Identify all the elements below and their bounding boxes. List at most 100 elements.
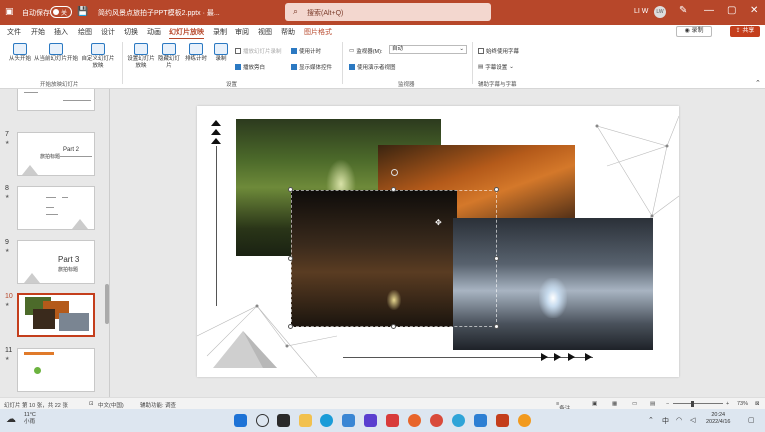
autosave-toggle[interactable]: 关 [50, 6, 72, 18]
chevron-up-icon[interactable]: ⌃ [648, 416, 654, 424]
user-name[interactable]: LI W [634, 8, 648, 15]
app-icon[interactable] [474, 414, 487, 427]
volume-icon[interactable]: ◁ [690, 416, 695, 424]
tab-view[interactable]: 视图 [258, 27, 272, 37]
subtitle-settings-button[interactable]: ▤ 字幕设置 ⌄ [478, 63, 514, 71]
notes-button[interactable]: ≡ 备注 [556, 401, 570, 412]
tab-draw[interactable]: 绘图 [78, 27, 92, 37]
always-subtitles-option[interactable]: 始终使用字幕 [478, 47, 519, 55]
resize-handle[interactable] [494, 187, 499, 192]
app-icon[interactable] [452, 414, 465, 427]
thumb-line [46, 197, 56, 198]
show-media-option[interactable]: 显示媒体控件 [291, 63, 332, 71]
resize-handle[interactable] [288, 324, 293, 329]
rehearse-button[interactable]: 排练计时 [183, 43, 209, 63]
slide-thumbnail[interactable]: Part 2 旅拍标题 [17, 132, 95, 176]
spellcheck-icon[interactable]: ⊡ [89, 401, 94, 407]
collapse-ribbon-icon[interactable]: ⌃ [755, 79, 761, 87]
resize-handle[interactable] [494, 324, 499, 329]
resize-handle[interactable] [288, 256, 293, 261]
fit-slide-icon[interactable]: ⊠ [755, 401, 760, 407]
search-box[interactable]: ⌕ 搜索(Alt+Q) [285, 3, 491, 21]
language-label[interactable]: 中文(中国) [98, 401, 124, 409]
tab-file[interactable]: 文件 [7, 27, 21, 37]
checkbox[interactable] [478, 48, 484, 54]
setup-show-button[interactable]: 设置幻灯片放映 [126, 43, 156, 70]
thumb-dot [34, 367, 41, 374]
monitor-label: 监视器(M): [356, 49, 383, 55]
monitor-select[interactable]: 自动 ⌄ [389, 45, 467, 54]
zoom-in-icon[interactable]: + [726, 401, 729, 407]
normal-view-icon[interactable]: ▣ [592, 401, 597, 407]
wifi-icon[interactable]: ◠ [676, 416, 682, 424]
zoom-level[interactable]: 73% [737, 401, 748, 407]
windows-start-icon[interactable] [234, 414, 247, 427]
zoom-slider-thumb[interactable] [691, 401, 694, 407]
slide-thumbnail[interactable] [17, 186, 95, 230]
tab-review[interactable]: 审阅 [235, 27, 249, 37]
slide-thumbnail[interactable] [17, 348, 95, 392]
security-icon[interactable] [386, 414, 399, 427]
resize-handle[interactable] [494, 256, 499, 261]
resize-handle[interactable] [391, 187, 396, 192]
minimize-icon[interactable]: — [704, 5, 714, 16]
zoom-out-icon[interactable]: − [666, 401, 669, 407]
tab-picture-format[interactable]: 图片格式 [304, 27, 332, 37]
powerpoint-icon[interactable] [496, 414, 509, 427]
tab-help[interactable]: 帮助 [281, 27, 295, 37]
notification-icon[interactable]: ▢ [748, 416, 755, 424]
checkbox[interactable] [235, 64, 241, 70]
tab-record[interactable]: 录制 [213, 27, 227, 37]
store-icon[interactable] [342, 414, 355, 427]
presenter-view-option[interactable]: 使用演示者视图 [349, 63, 396, 71]
firefox-icon[interactable] [408, 414, 421, 427]
checkbox[interactable] [349, 64, 355, 70]
share-button[interactable]: ⇪ 共享 [730, 26, 760, 37]
slideshow-view-icon[interactable]: ▤ [650, 401, 655, 407]
checkbox[interactable] [291, 64, 297, 70]
zoom-slider[interactable] [673, 403, 723, 404]
thumbnail-scrollbar[interactable] [105, 284, 109, 324]
taskbar: ☁ 11°C 小雨 ⌃ 中 ◠ ◁ 20:24 2022/4/16 ▢ [0, 409, 765, 432]
use-timings-option[interactable]: 使用计时 [291, 47, 321, 55]
show-media-label: 显示媒体控件 [299, 65, 333, 71]
slide-thumbnail[interactable]: Part 3 旅拍标题 [17, 240, 95, 284]
tab-animations[interactable]: 动画 [147, 27, 161, 37]
custom-show-button[interactable]: 自定义幻灯片放映 [80, 43, 116, 70]
tab-home[interactable]: 开始 [31, 27, 45, 37]
resize-handle[interactable] [288, 187, 293, 192]
tab-design[interactable]: 设计 [101, 27, 115, 37]
resize-handle[interactable] [391, 324, 396, 329]
checkbox[interactable] [291, 48, 297, 54]
save-icon[interactable]: 💾 [77, 6, 88, 17]
file-explorer-icon[interactable] [299, 414, 312, 427]
play-narration-option[interactable]: 播放旁白 [235, 63, 265, 71]
restore-icon[interactable]: ▢ [727, 5, 736, 16]
app-icon[interactable] [518, 414, 531, 427]
edge-icon[interactable] [320, 414, 333, 427]
from-current-button[interactable]: 从当前幻灯片开始 [34, 43, 78, 63]
task-view-icon[interactable] [277, 414, 290, 427]
ime-icon[interactable]: 中 [662, 416, 669, 426]
rotate-handle[interactable] [391, 169, 398, 176]
tab-transitions[interactable]: 切换 [124, 27, 138, 37]
record-button[interactable]: ◉ 录制 [676, 26, 712, 37]
avatar[interactable]: LW [654, 6, 666, 18]
tab-insert[interactable]: 插入 [54, 27, 68, 37]
clock[interactable]: 20:24 2022/4/16 [706, 412, 730, 426]
hide-slide-button[interactable]: 隐藏幻灯片 [157, 43, 181, 70]
pen-icon[interactable]: ✎ [679, 5, 687, 16]
slide-thumbnail-selected[interactable] [17, 293, 95, 337]
slide-thumbnail[interactable] [17, 89, 95, 111]
weather-widget[interactable]: 11°C 小雨 [24, 412, 36, 426]
close-icon[interactable]: ✕ [750, 5, 758, 16]
reading-view-icon[interactable]: ▭ [632, 401, 637, 407]
app-icon[interactable] [364, 414, 377, 427]
arrow-up-icon [211, 129, 221, 135]
search-icon[interactable] [256, 414, 269, 427]
accessibility-label[interactable]: 辅助功能: 调查 [140, 401, 176, 409]
app-icon[interactable] [430, 414, 443, 427]
from-beginning-button[interactable]: 从头开始 [6, 43, 34, 63]
slide-sorter-icon[interactable]: ▦ [612, 401, 617, 407]
record-slide-button[interactable]: 录制 [211, 43, 231, 63]
